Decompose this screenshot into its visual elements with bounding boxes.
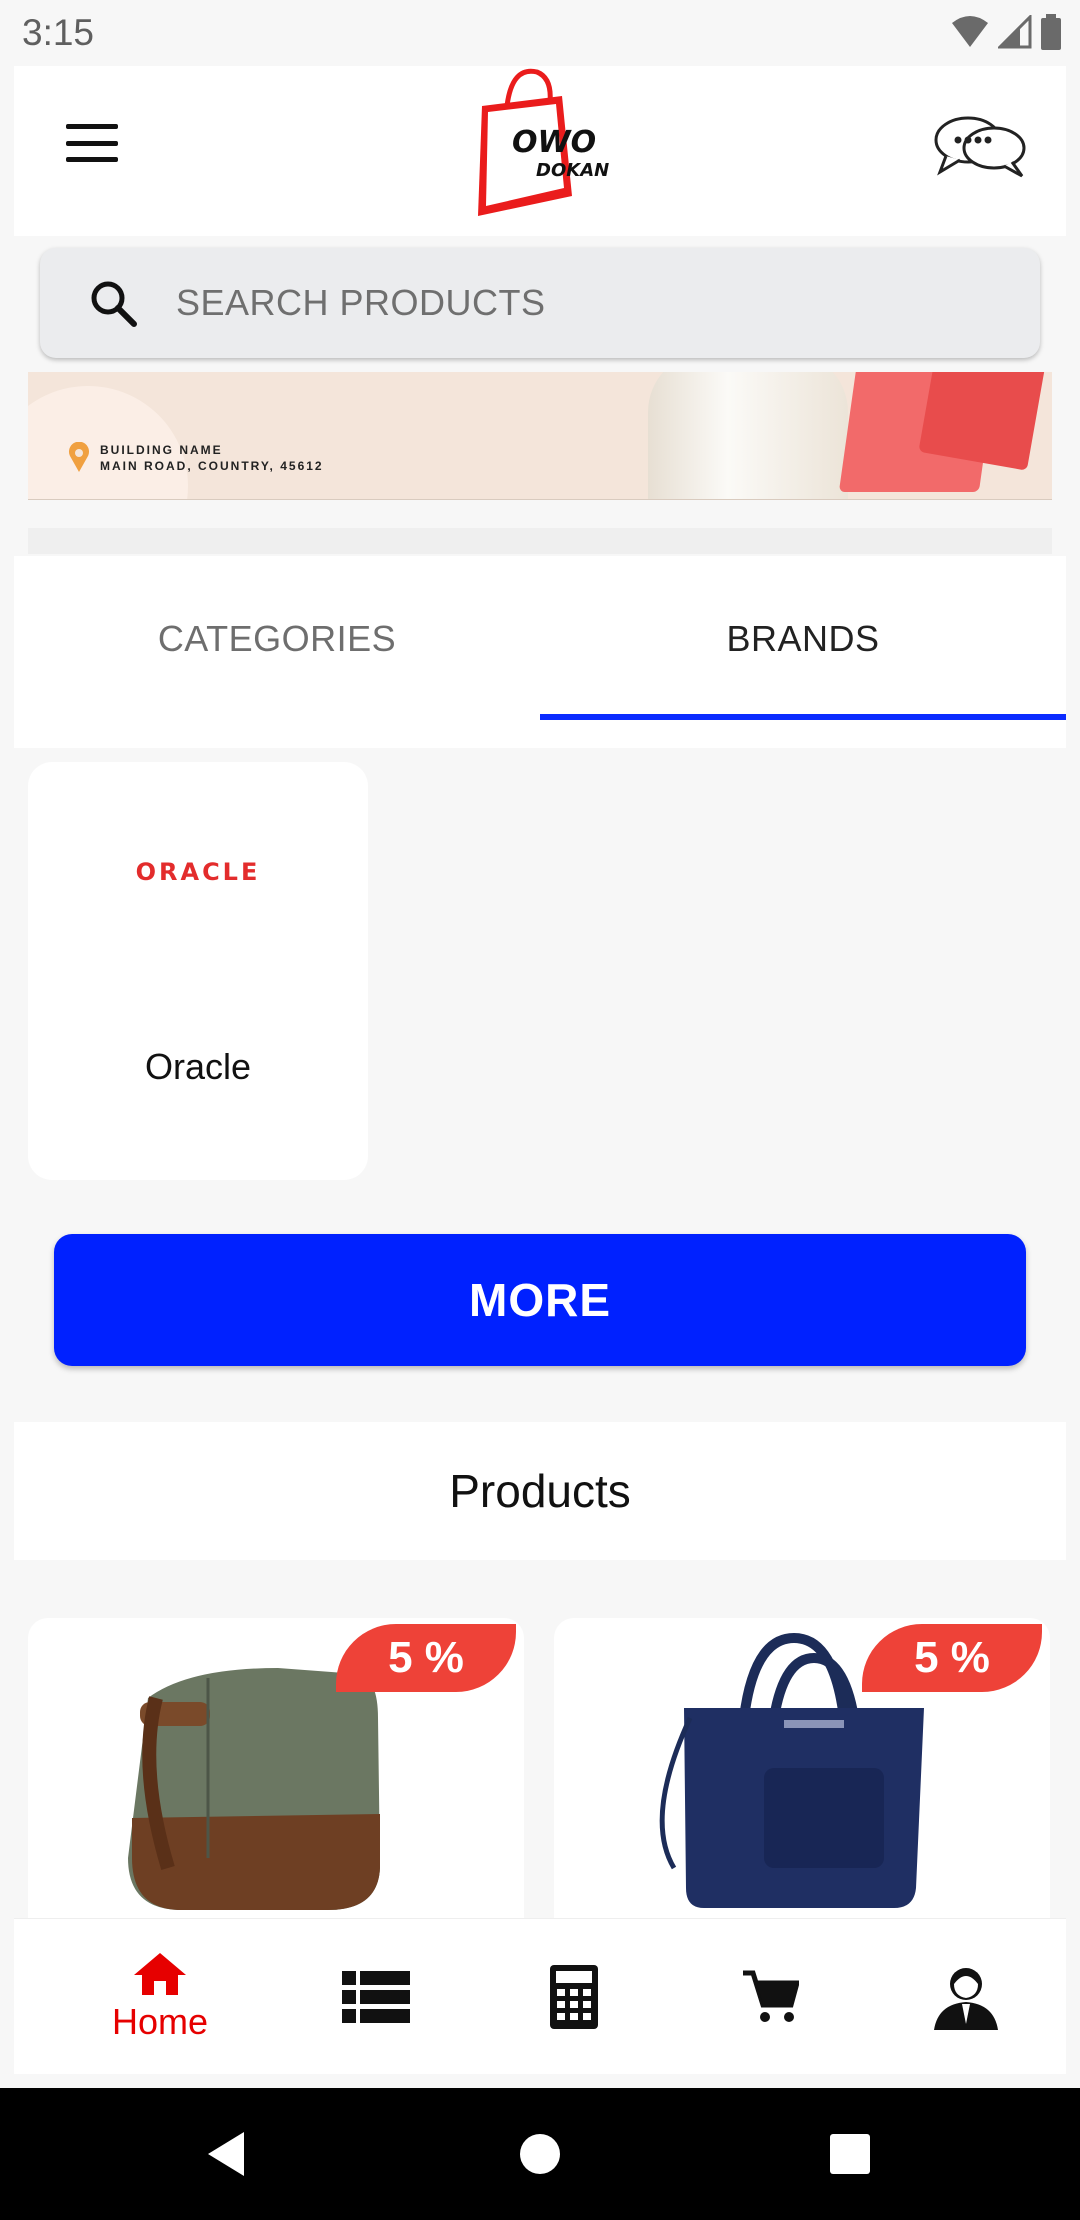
system-navigation-bar <box>0 2088 1080 2220</box>
location-pin-icon <box>69 442 89 472</box>
nav-home[interactable]: Home <box>60 1919 260 2075</box>
nav-profile[interactable] <box>866 1919 1066 2075</box>
list-icon <box>342 1971 410 2023</box>
app-bar: OWO DOKAN <box>14 66 1066 236</box>
search-input[interactable]: SEARCH PRODUCTS <box>40 248 1040 358</box>
nav-cart[interactable] <box>670 1919 870 2075</box>
discount-badge: 5 % <box>336 1624 516 1692</box>
back-icon[interactable] <box>200 2126 256 2182</box>
tab-bar: CATEGORIES BRANDS <box>14 556 1066 748</box>
discount-badge: 5 % <box>862 1624 1042 1692</box>
more-button[interactable]: MORE <box>54 1234 1026 1366</box>
nav-calculator[interactable] <box>474 1919 674 2075</box>
nav-list[interactable] <box>276 1919 476 2075</box>
wifi-icon <box>952 16 988 47</box>
cart-icon <box>743 1970 799 2022</box>
menu-icon[interactable] <box>62 118 122 168</box>
tab-indicator <box>540 714 1066 720</box>
brand-logo: ORACLE <box>135 858 261 886</box>
bottom-navigation: Home <box>14 1918 1066 2074</box>
banner-address: BUILDING NAME MAIN ROAD, COUNTRY, 45612 <box>100 442 324 474</box>
banner-address-line2: MAIN ROAD, COUNTRY, 45612 <box>100 459 324 473</box>
nav-home-label: Home <box>111 2001 209 2042</box>
logo-text-top: OWO <box>512 125 596 160</box>
recents-icon[interactable] <box>822 2126 878 2182</box>
product-card[interactable]: 5 % <box>554 1618 1050 1918</box>
search-icon <box>91 281 137 327</box>
tab-brands[interactable]: BRANDS <box>540 556 1066 722</box>
tabs-spacer <box>28 528 1052 554</box>
profile-icon <box>934 1968 998 2030</box>
signal-icon <box>998 15 1032 49</box>
status-bar: 3:15 <box>0 0 1080 66</box>
battery-icon <box>1041 14 1061 50</box>
brand-name: Oracle <box>144 1046 252 1087</box>
promo-banner[interactable]: BUILDING NAME MAIN ROAD, COUNTRY, 45612 <box>28 372 1052 500</box>
home-icon <box>134 1953 186 1995</box>
owo-dokan-logo: OWO DOKAN <box>478 68 609 216</box>
logo-text-bottom: DOKAN <box>536 160 609 181</box>
search-placeholder: SEARCH PRODUCTS <box>176 282 546 323</box>
status-icons <box>950 14 1062 50</box>
brand-card[interactable]: ORACLE Oracle <box>28 762 368 1180</box>
banner-model-image <box>648 372 848 499</box>
banner-address-line1: BUILDING NAME <box>100 443 223 457</box>
product-card[interactable]: 5 % <box>28 1618 524 1918</box>
status-time: 3:15 <box>22 12 95 53</box>
home-button-icon[interactable] <box>512 2126 568 2182</box>
chat-icon[interactable] <box>932 110 1028 180</box>
calculator-icon <box>550 1965 598 2029</box>
products-section-title: Products <box>14 1422 1066 1560</box>
tab-categories[interactable]: CATEGORIES <box>14 556 540 722</box>
